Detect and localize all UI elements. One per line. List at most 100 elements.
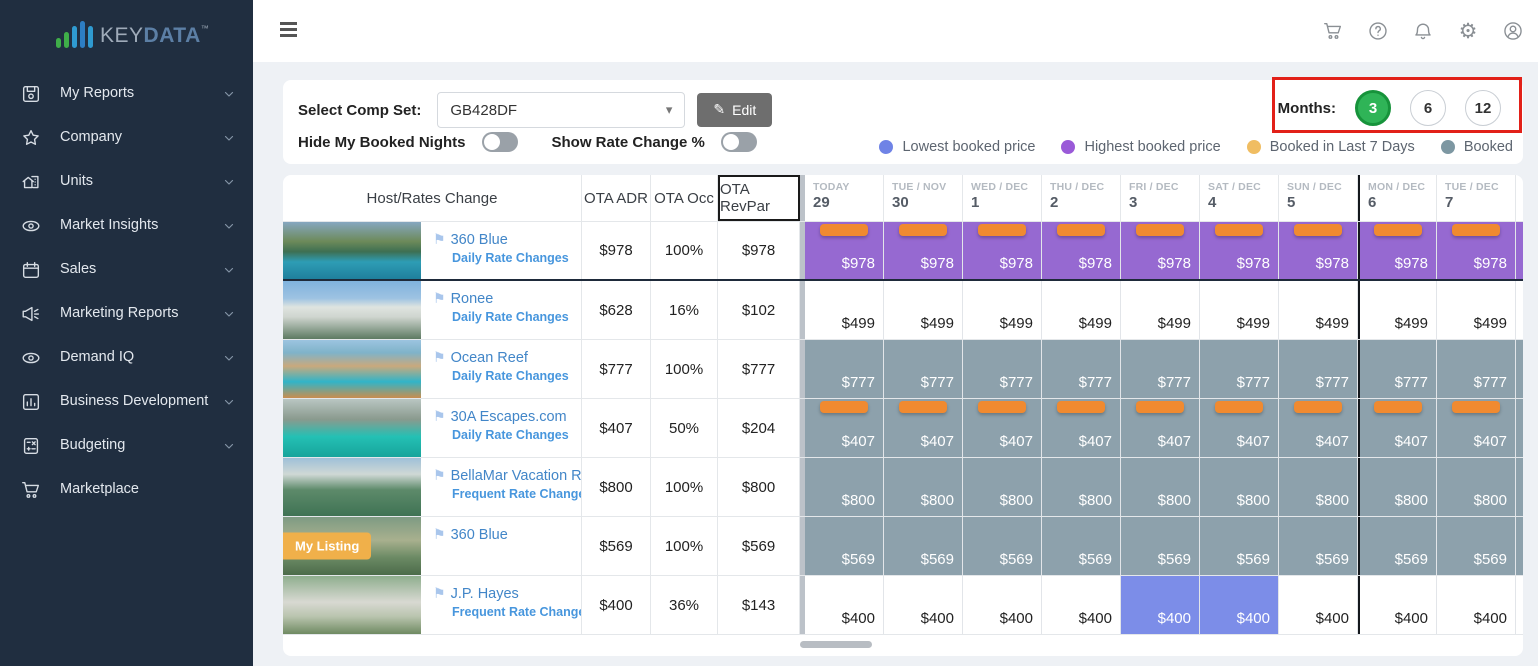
col-header-ota-revpar[interactable]: OTA RevPar xyxy=(718,175,800,221)
rate-cell[interactable]: $800 xyxy=(1042,458,1121,516)
rate-cell[interactable]: $569 xyxy=(1516,517,1523,575)
rate-cell[interactable]: $800 xyxy=(1121,458,1200,516)
rate-cell[interactable]: $407 xyxy=(1279,399,1358,457)
rate-cell[interactable]: $777 xyxy=(1358,340,1437,398)
hamburger-menu-icon[interactable] xyxy=(280,22,297,40)
rate-cell[interactable]: $800 xyxy=(1437,458,1516,516)
rate-cell[interactable]: $800 xyxy=(1279,458,1358,516)
rate-cell[interactable]: $569 xyxy=(1279,517,1358,575)
show-rate-toggle[interactable] xyxy=(721,132,757,152)
col-header-ota-adr[interactable]: OTA ADR xyxy=(582,175,651,221)
rate-cell[interactable]: $777 xyxy=(1437,340,1516,398)
date-col-header[interactable]: TODAY29 xyxy=(805,175,884,221)
rate-cell[interactable]: $978 xyxy=(1358,222,1437,279)
rate-cell[interactable]: $777 xyxy=(805,340,884,398)
comp-set-dropdown[interactable]: GB428DF ▾ xyxy=(437,92,685,128)
rate-cell[interactable]: $569 xyxy=(963,517,1042,575)
date-col-header[interactable]: SAT / DEC4 xyxy=(1200,175,1279,221)
rate-cell[interactable]: $569 xyxy=(1121,517,1200,575)
rate-cell[interactable]: $978 xyxy=(1279,222,1358,279)
rate-cell[interactable]: $800 xyxy=(805,458,884,516)
rate-cell[interactable]: $400 xyxy=(1042,576,1121,634)
rate-cell[interactable]: $499 xyxy=(1200,281,1279,339)
edit-comp-set-button[interactable]: ✎ Edit xyxy=(697,93,772,127)
rate-cell[interactable]: $978 xyxy=(963,222,1042,279)
rate-changes-link[interactable]: Daily Rate Changes xyxy=(452,428,577,442)
rate-cell[interactable]: $400 xyxy=(1516,576,1523,634)
rate-cell[interactable]: $569 xyxy=(1437,517,1516,575)
cart-icon[interactable] xyxy=(1322,20,1344,42)
rate-cell[interactable]: $978 xyxy=(1437,222,1516,279)
rate-cell[interactable]: $569 xyxy=(884,517,963,575)
rate-cell[interactable]: $978 xyxy=(884,222,963,279)
host-link[interactable]: ⚑J.P. Hayes xyxy=(433,586,577,602)
date-col-header[interactable]: TUE / NOV30 xyxy=(884,175,963,221)
rate-cell[interactable]: $777 xyxy=(884,340,963,398)
rate-cell[interactable]: $407 xyxy=(884,399,963,457)
rate-cell[interactable]: $400 xyxy=(1200,576,1279,634)
rate-cell[interactable]: $800 xyxy=(1516,458,1523,516)
rate-cell[interactable]: $407 xyxy=(1121,399,1200,457)
rate-cell[interactable]: $499 xyxy=(1358,281,1437,339)
sidebar-item-my-reports[interactable]: My Reports xyxy=(0,72,253,116)
account-icon[interactable] xyxy=(1502,20,1524,42)
rate-cell[interactable]: $499 xyxy=(1279,281,1358,339)
sidebar-item-marketing-reports[interactable]: Marketing Reports xyxy=(0,292,253,336)
host-link[interactable]: ⚑BellaMar Vacation Rent xyxy=(433,468,577,484)
rate-cell[interactable]: $400 xyxy=(805,576,884,634)
rate-cell[interactable]: $407 xyxy=(1358,399,1437,457)
host-link[interactable]: ⚑Ocean Reef xyxy=(433,350,577,366)
host-link[interactable]: ⚑Ronee xyxy=(433,291,577,307)
rate-cell[interactable]: $978 xyxy=(1121,222,1200,279)
settings-icon[interactable]: ⚙ xyxy=(1457,20,1479,42)
sidebar-item-marketplace[interactable]: Marketplace xyxy=(0,468,253,512)
date-col-header[interactable]: TUE / DEC7 xyxy=(1437,175,1516,221)
rate-cell[interactable]: $978 xyxy=(1200,222,1279,279)
rate-cell[interactable]: $978 xyxy=(805,222,884,279)
sidebar-item-units[interactable]: Units xyxy=(0,160,253,204)
rate-cell[interactable]: $777 xyxy=(1200,340,1279,398)
rate-changes-link[interactable]: Daily Rate Changes xyxy=(452,251,577,265)
rate-cell[interactable]: $407 xyxy=(1042,399,1121,457)
months-option-6[interactable]: 6 xyxy=(1410,90,1446,126)
host-link[interactable]: ⚑30A Escapes.com xyxy=(433,409,577,425)
sidebar-item-sales[interactable]: Sales xyxy=(0,248,253,292)
sidebar-item-business-development[interactable]: Business Development xyxy=(0,380,253,424)
rate-cell[interactable]: $569 xyxy=(1200,517,1279,575)
rate-cell[interactable]: $777 xyxy=(1042,340,1121,398)
col-header-ota-occ[interactable]: OTA Occ xyxy=(651,175,718,221)
help-icon[interactable] xyxy=(1367,20,1389,42)
rate-cell[interactable]: $400 xyxy=(1121,576,1200,634)
rate-changes-link[interactable]: Frequent Rate Changes xyxy=(452,487,577,501)
host-link[interactable]: ⚑360 Blue xyxy=(433,527,577,543)
rate-cell[interactable]: $400 xyxy=(1358,576,1437,634)
date-col-header[interactable]: WED / DEC1 xyxy=(963,175,1042,221)
rate-cell[interactable]: $499 xyxy=(1042,281,1121,339)
rate-cell[interactable]: $800 xyxy=(963,458,1042,516)
rate-cell[interactable]: $569 xyxy=(1358,517,1437,575)
rate-cell[interactable]: $407 xyxy=(1516,399,1523,457)
rate-changes-link[interactable]: Daily Rate Changes xyxy=(452,369,577,383)
notifications-icon[interactable] xyxy=(1412,20,1434,42)
hide-booked-toggle[interactable] xyxy=(482,132,518,152)
rate-cell[interactable]: $777 xyxy=(963,340,1042,398)
date-col-header[interactable]: FRI / DEC3 xyxy=(1121,175,1200,221)
sidebar-item-demand-iq[interactable]: Demand IQ xyxy=(0,336,253,380)
date-col-header[interactable]: THU / DEC2 xyxy=(1042,175,1121,221)
rate-cell[interactable]: $569 xyxy=(1042,517,1121,575)
rate-cell[interactable]: $407 xyxy=(1200,399,1279,457)
col-header-host[interactable]: Host/Rates Change xyxy=(283,175,582,221)
rate-cell[interactable]: $800 xyxy=(1200,458,1279,516)
rate-cell[interactable]: $407 xyxy=(805,399,884,457)
date-col-header[interactable]: WED / DEC8 xyxy=(1516,175,1523,221)
sidebar-item-company[interactable]: Company xyxy=(0,116,253,160)
rate-cell[interactable]: $978 xyxy=(1516,222,1523,279)
sidebar-item-budgeting[interactable]: Budgeting xyxy=(0,424,253,468)
sidebar-item-market-insights[interactable]: Market Insights xyxy=(0,204,253,248)
rate-cell[interactable]: $978 xyxy=(1042,222,1121,279)
months-option-3[interactable]: 3 xyxy=(1355,90,1391,126)
date-col-header[interactable]: SUN / DEC5 xyxy=(1279,175,1358,221)
rate-cell[interactable]: $400 xyxy=(1437,576,1516,634)
rate-changes-link[interactable]: Frequent Rate Changes xyxy=(452,605,577,619)
rate-cell[interactable]: $499 xyxy=(1516,281,1523,339)
